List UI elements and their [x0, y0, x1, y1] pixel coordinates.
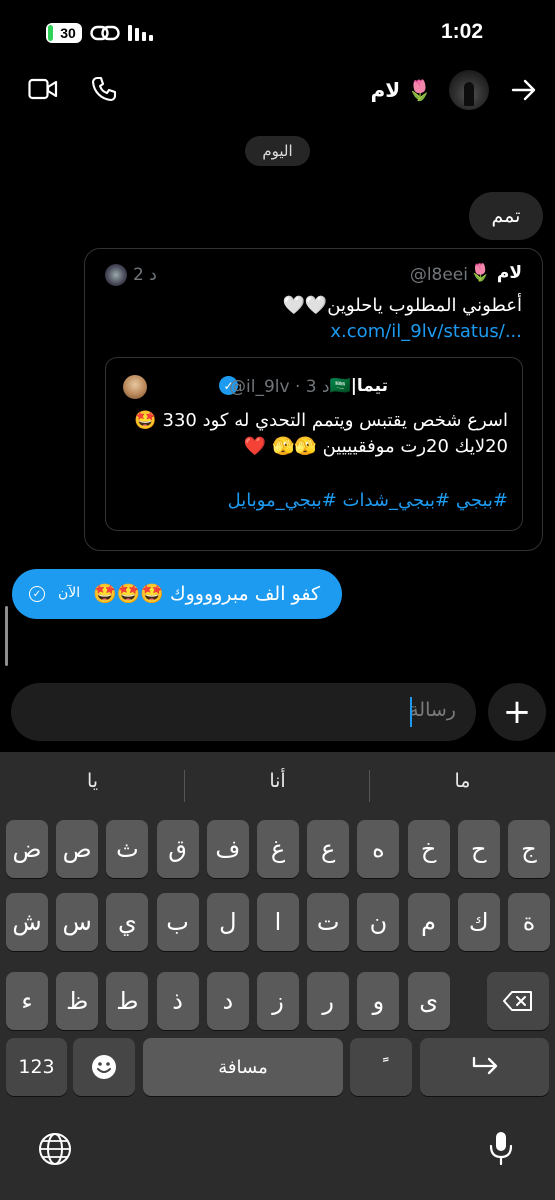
message-input-container[interactable] [11, 683, 476, 741]
tanween-key[interactable]: ًً [350, 1038, 412, 1096]
quoted-author-handle: @il_9lv · 3 د [229, 377, 330, 397]
message-time: الآن [58, 585, 81, 601]
signal-icon [128, 25, 153, 41]
message-input[interactable] [56, 699, 456, 721]
emoji-icon[interactable] [73, 1038, 135, 1096]
key-2-11[interactable]: ة [508, 893, 550, 951]
battery-level: 30 [60, 25, 76, 41]
suggestion-3[interactable]: يا [0, 770, 185, 792]
sent-check-icon: ✓ [29, 586, 45, 602]
post-author-avatar [105, 264, 127, 286]
scrollbar[interactable] [5, 606, 8, 666]
quoted-author-avatar [123, 375, 147, 399]
contact-name[interactable]: لام 🌷 [371, 78, 432, 102]
key-3-1[interactable]: ء [6, 972, 48, 1030]
link-icon [90, 25, 120, 41]
key-1-2[interactable]: ص [56, 820, 99, 878]
backspace-icon[interactable] [487, 972, 549, 1030]
contact-avatar[interactable] [449, 70, 489, 110]
key-1-1[interactable]: ض [6, 820, 48, 878]
return-icon[interactable] [420, 1038, 549, 1096]
plus-icon[interactable]: + [488, 683, 546, 741]
key-2-8[interactable]: ن [357, 893, 400, 951]
microphone-icon[interactable] [488, 1130, 514, 1166]
key-3-3[interactable]: ط [106, 972, 149, 1030]
numbers-key[interactable]: 123 [6, 1038, 67, 1096]
key-3-9[interactable]: ى [407, 972, 450, 1030]
key-1-5[interactable]: ف [206, 820, 249, 878]
key-2-7[interactable]: ت [307, 893, 350, 951]
key-2-10[interactable]: ك [457, 893, 500, 951]
key-3-7[interactable]: ر [307, 972, 350, 1030]
key-1-9[interactable]: خ [407, 820, 450, 878]
key-2-5[interactable]: ل [206, 893, 249, 951]
screen: 30 1:02 لام 🌷 اليوم تمم لام 🌷 @l8eei 2 د… [0, 0, 555, 1200]
key-2-9[interactable]: م [407, 893, 450, 951]
keyboard: ما أنا يا ضصثقفغعهخحج شسيبلاتنمكة ءظطذدزرو… [0, 752, 555, 1200]
post-author-handle: @l8eei [409, 265, 468, 285]
key-1-6[interactable]: غ [257, 820, 299, 878]
clock: 1:02 [440, 20, 483, 43]
video-camera-icon[interactable] [28, 77, 58, 101]
date-separator: اليوم [245, 136, 310, 166]
key-1-10[interactable]: ح [457, 820, 500, 878]
key-1-3[interactable]: ث [106, 820, 149, 878]
arrow-right-icon[interactable] [511, 78, 537, 102]
space-key[interactable]: مسافة [143, 1038, 343, 1096]
quoted-post[interactable]: تيما|🇸🇦 ✓ @il_9lv · 3 د اسرع شخص يقتبس و… [105, 357, 523, 531]
text-caret [410, 697, 412, 727]
post-link[interactable]: x.com/il_9lv/status/... [330, 321, 522, 342]
quoted-text: اسرع شخص يقتبس ويتمم التحدي له كود 330 🤩… [134, 410, 508, 457]
key-2-6[interactable]: ا [257, 893, 299, 951]
key-2-3[interactable]: ي [106, 893, 149, 951]
key-3-6[interactable]: ز [257, 972, 299, 1030]
suggestion-1[interactable]: ما [370, 770, 555, 792]
key-1-4[interactable]: ق [156, 820, 199, 878]
key-2-1[interactable]: ش [6, 893, 48, 951]
suggestion-2[interactable]: أنا [185, 770, 370, 792]
post-author-name: لام 🌷 [469, 263, 522, 283]
key-3-4[interactable]: ذ [156, 972, 199, 1030]
key-1-8[interactable]: ه [357, 820, 400, 878]
message-bubble[interactable]: تمم [469, 192, 543, 240]
battery-indicator: 30 [46, 23, 82, 43]
key-2-4[interactable]: ب [156, 893, 199, 951]
key-1-7[interactable]: ع [307, 820, 350, 878]
quoted-hashtags[interactable]: #ببجي #ببجي_شدات #ببجي_موبايل [228, 490, 508, 511]
post-time: 2 د [133, 265, 157, 285]
key-2-2[interactable]: س [56, 893, 99, 951]
key-3-2[interactable]: ظ [56, 972, 99, 1030]
key-3-5[interactable]: د [206, 972, 249, 1030]
post-text: أعطوني المطلوب ياحلوين🤍🤍 x.com/il_9lv/st… [282, 295, 522, 342]
message-bubble-outgoing[interactable]: كفو الف مبرووووك 🤩🤩🤩 الآن ✓ [12, 569, 342, 619]
key-3-8[interactable]: و [357, 972, 400, 1030]
message-text: كفو الف مبرووووك 🤩🤩🤩 [92, 583, 320, 605]
key-1-11[interactable]: ج [508, 820, 550, 878]
globe-icon[interactable] [38, 1132, 72, 1166]
quoted-author-name: تيما|🇸🇦 [329, 376, 388, 396]
phone-icon[interactable] [91, 76, 117, 102]
shared-post-card[interactable]: لام 🌷 @l8eei 2 د أعطوني المطلوب ياحلوين🤍… [84, 248, 543, 551]
